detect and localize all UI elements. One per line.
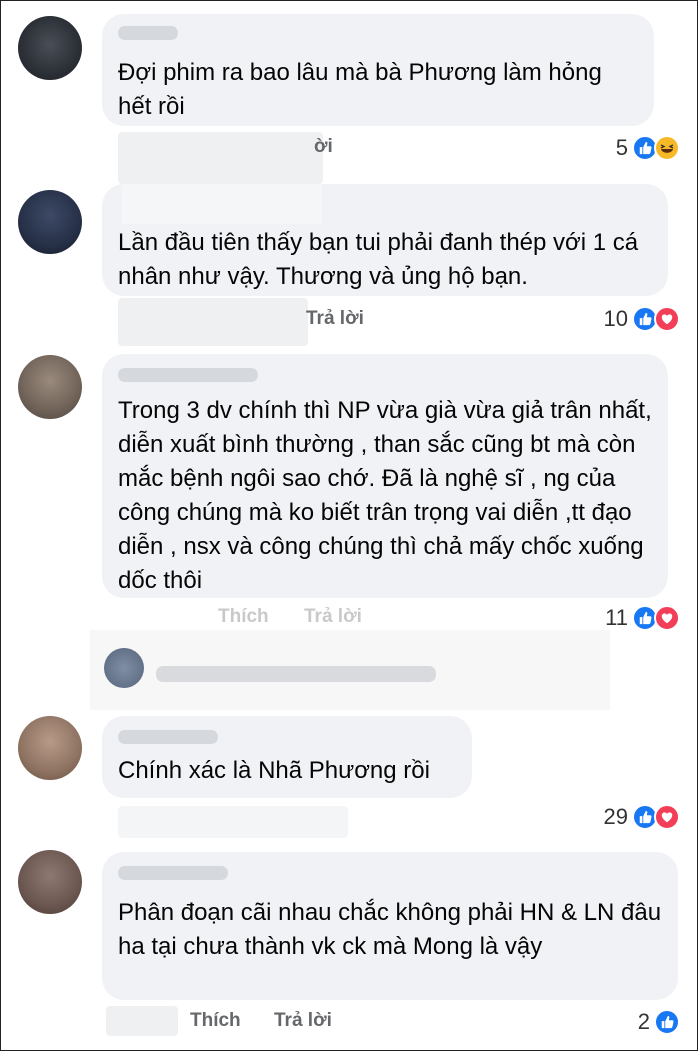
- avatar[interactable]: [18, 716, 82, 780]
- name-redaction: [122, 184, 322, 224]
- blurred-region: [118, 806, 348, 838]
- reply-author-blurred[interactable]: [156, 666, 436, 682]
- reaction-count: 5: [615, 135, 628, 160]
- reaction-count: 11: [605, 605, 628, 630]
- comment-text: Phân đoạn cãi nhau chắc không phải HN & …: [118, 899, 662, 960]
- author-name-blurred[interactable]: [118, 730, 218, 744]
- avatar[interactable]: [104, 648, 144, 688]
- love-icon: [654, 804, 680, 830]
- comment-bubble: Chính xác là Nhã Phương rồi: [102, 716, 472, 798]
- like-link[interactable]: Thích: [218, 606, 269, 628]
- author-name-blurred[interactable]: [118, 368, 258, 382]
- comment-text: Lần đầu tiên thấy bạn tui phải đanh thép…: [118, 229, 639, 290]
- reaction-summary[interactable]: 10: [604, 304, 680, 334]
- author-name-blurred[interactable]: [118, 866, 228, 880]
- comment-bubble: Đợi phim ra bao lâu mà bà Phương làm hỏn…: [102, 14, 654, 126]
- blurred-region: [118, 132, 323, 184]
- blurred-region: [106, 1006, 178, 1036]
- author-name-blurred[interactable]: [118, 26, 178, 40]
- avatar[interactable]: [18, 16, 82, 80]
- reply-link[interactable]: ời: [314, 136, 333, 158]
- blurred-region: [118, 298, 308, 346]
- like-link[interactable]: Thích: [190, 1010, 241, 1032]
- love-icon: [654, 605, 680, 631]
- reaction-summary[interactable]: 29: [604, 802, 680, 832]
- reply-link[interactable]: Trả lời: [306, 308, 364, 330]
- reply-link[interactable]: Trả lời: [274, 1010, 332, 1032]
- avatar[interactable]: [18, 190, 82, 254]
- comment-text: Chính xác là Nhã Phương rồi: [118, 757, 430, 784]
- love-icon: [654, 306, 680, 332]
- avatar[interactable]: [18, 355, 82, 419]
- comment-text: Đợi phim ra bao lâu mà bà Phương làm hỏn…: [118, 59, 602, 120]
- comment-bubble: Trong 3 dv chính thì NP vừa già vừa giả …: [102, 354, 668, 598]
- reply-link[interactable]: Trả lời: [304, 606, 362, 628]
- reaction-count: 10: [603, 306, 628, 331]
- avatar[interactable]: [18, 850, 82, 914]
- reaction-count: 29: [603, 804, 628, 829]
- reaction-summary[interactable]: 11: [605, 603, 680, 633]
- reaction-summary[interactable]: 5: [616, 133, 680, 163]
- like-icon: [654, 1009, 680, 1035]
- reaction-summary[interactable]: 2: [638, 1007, 680, 1037]
- haha-icon: [654, 135, 680, 161]
- comment-text: Trong 3 dv chính thì NP vừa già vừa giả …: [118, 397, 652, 594]
- reaction-count: 2: [637, 1009, 650, 1034]
- comment-bubble: Phân đoạn cãi nhau chắc không phải HN & …: [102, 852, 678, 1000]
